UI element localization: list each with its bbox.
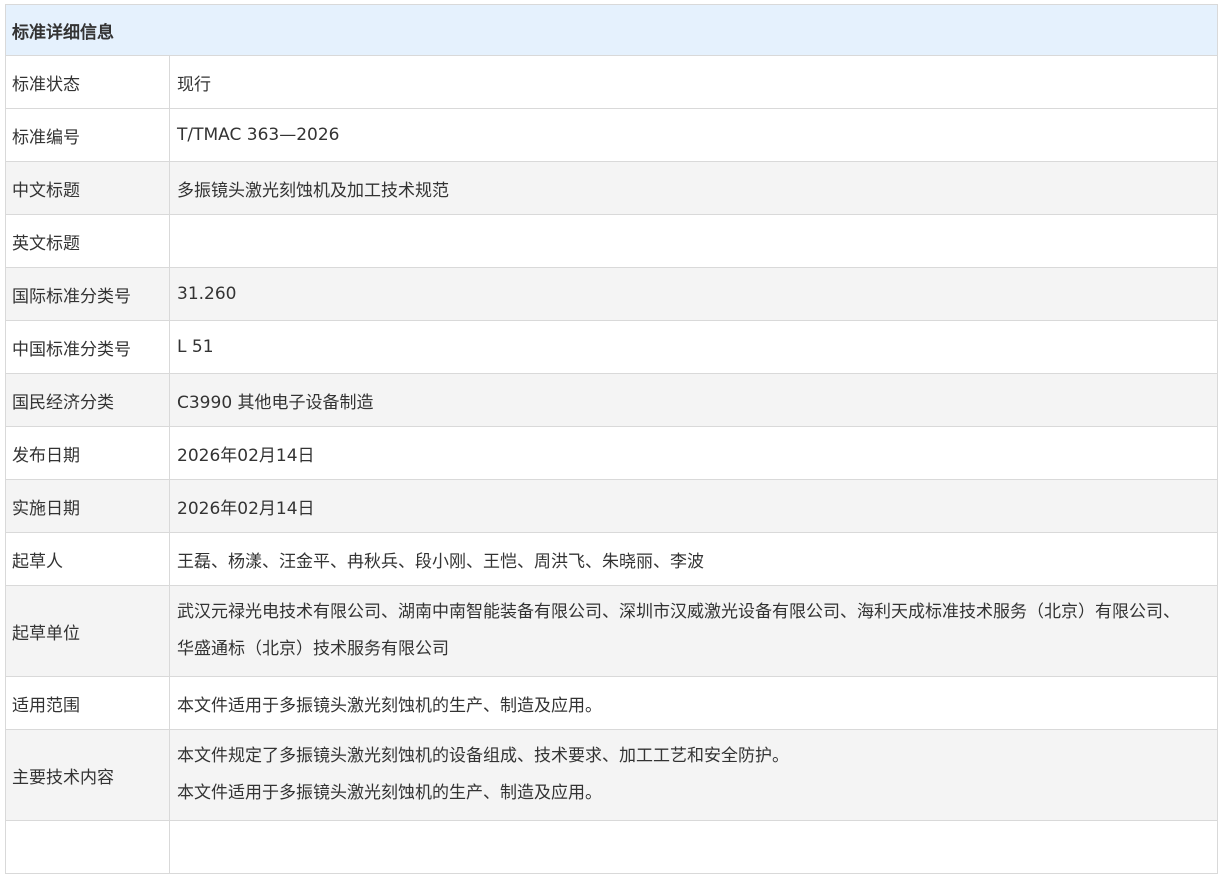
- table-row-economy-class: 国民经济分类 C3990 其他电子设备制造: [5, 373, 1218, 427]
- row-label: 发布日期: [5, 426, 170, 480]
- row-label: 国际标准分类号: [5, 267, 170, 321]
- row-label: 起草单位: [5, 585, 170, 677]
- table-row-main-content: 主要技术内容 本文件规定了多振镜头激光刻蚀机的设备组成、技术要求、加工工艺和安全…: [5, 729, 1218, 821]
- table-row-chinese-title: 中文标题 多振镜头激光刻蚀机及加工技术规范: [5, 161, 1218, 215]
- table-row-ccs: 中国标准分类号 L 51: [5, 320, 1218, 374]
- table-header: 标准详细信息: [5, 4, 1218, 56]
- row-label: 标准状态: [5, 55, 170, 109]
- row-label: 国民经济分类: [5, 373, 170, 427]
- table-row-publish-date: 发布日期 2026年02月14日: [5, 426, 1218, 480]
- row-value: 武汉元禄光电技术有限公司、湖南中南智能装备有限公司、深圳市汉威激光设备有限公司、…: [169, 585, 1218, 677]
- row-value: L 51: [169, 320, 1218, 374]
- row-value: 王磊、杨漾、汪金平、冉秋兵、段小刚、王恺、周洪飞、朱晓丽、李波: [169, 532, 1218, 586]
- row-label: 起草人: [5, 532, 170, 586]
- row-value: T/TMAC 363—2026: [169, 108, 1218, 162]
- row-label: 中文标题: [5, 161, 170, 215]
- row-value: [169, 820, 1218, 874]
- row-value: 本文件适用于多振镜头激光刻蚀机的生产、制造及应用。: [169, 676, 1218, 730]
- row-value-line: 本文件规定了多振镜头激光刻蚀机的设备组成、技术要求、加工工艺和安全防护。: [177, 746, 789, 766]
- table-row-implement-date: 实施日期 2026年02月14日: [5, 479, 1218, 533]
- row-value: 本文件规定了多振镜头激光刻蚀机的设备组成、技术要求、加工工艺和安全防护。 本文件…: [169, 729, 1218, 821]
- row-label: [5, 820, 170, 874]
- row-value: 2026年02月14日: [169, 426, 1218, 480]
- row-label: 适用范围: [5, 676, 170, 730]
- table-row-ics: 国际标准分类号 31.260: [5, 267, 1218, 321]
- row-label: 中国标准分类号: [5, 320, 170, 374]
- standard-detail-panel: 标准详细信息 标准状态 现行 标准编号 T/TMAC 363—2026 中文标题…: [5, 4, 1218, 874]
- table-row-scope: 适用范围 本文件适用于多振镜头激光刻蚀机的生产、制造及应用。: [5, 676, 1218, 730]
- table-row-english-title: 英文标题: [5, 214, 1218, 268]
- row-value: 2026年02月14日: [169, 479, 1218, 533]
- table-row-partial: [5, 820, 1218, 874]
- row-label: 英文标题: [5, 214, 170, 268]
- row-value: 现行: [169, 55, 1218, 109]
- row-label: 标准编号: [5, 108, 170, 162]
- row-label: 实施日期: [5, 479, 170, 533]
- row-label: 主要技术内容: [5, 729, 170, 821]
- table-row-drafting-units: 起草单位 武汉元禄光电技术有限公司、湖南中南智能装备有限公司、深圳市汉威激光设备…: [5, 585, 1218, 677]
- row-value-line: 武汉元禄光电技术有限公司、湖南中南智能装备有限公司、深圳市汉威激光设备有限公司、…: [177, 602, 1180, 622]
- table-row-status: 标准状态 现行: [5, 55, 1218, 109]
- row-value: C3990 其他电子设备制造: [169, 373, 1218, 427]
- row-value: 多振镜头激光刻蚀机及加工技术规范: [169, 161, 1218, 215]
- row-value: [169, 214, 1218, 268]
- table-row-drafters: 起草人 王磊、杨漾、汪金平、冉秋兵、段小刚、王恺、周洪飞、朱晓丽、李波: [5, 532, 1218, 586]
- row-value-line: 华盛通标（北京）技术服务有限公司: [177, 639, 449, 659]
- standard-detail-table: 标准详细信息 标准状态 现行 标准编号 T/TMAC 363—2026 中文标题…: [5, 4, 1218, 874]
- table-row-number: 标准编号 T/TMAC 363—2026: [5, 108, 1218, 162]
- row-value: 31.260: [169, 267, 1218, 321]
- row-value-line: 本文件适用于多振镜头激光刻蚀机的生产、制造及应用。: [177, 783, 602, 803]
